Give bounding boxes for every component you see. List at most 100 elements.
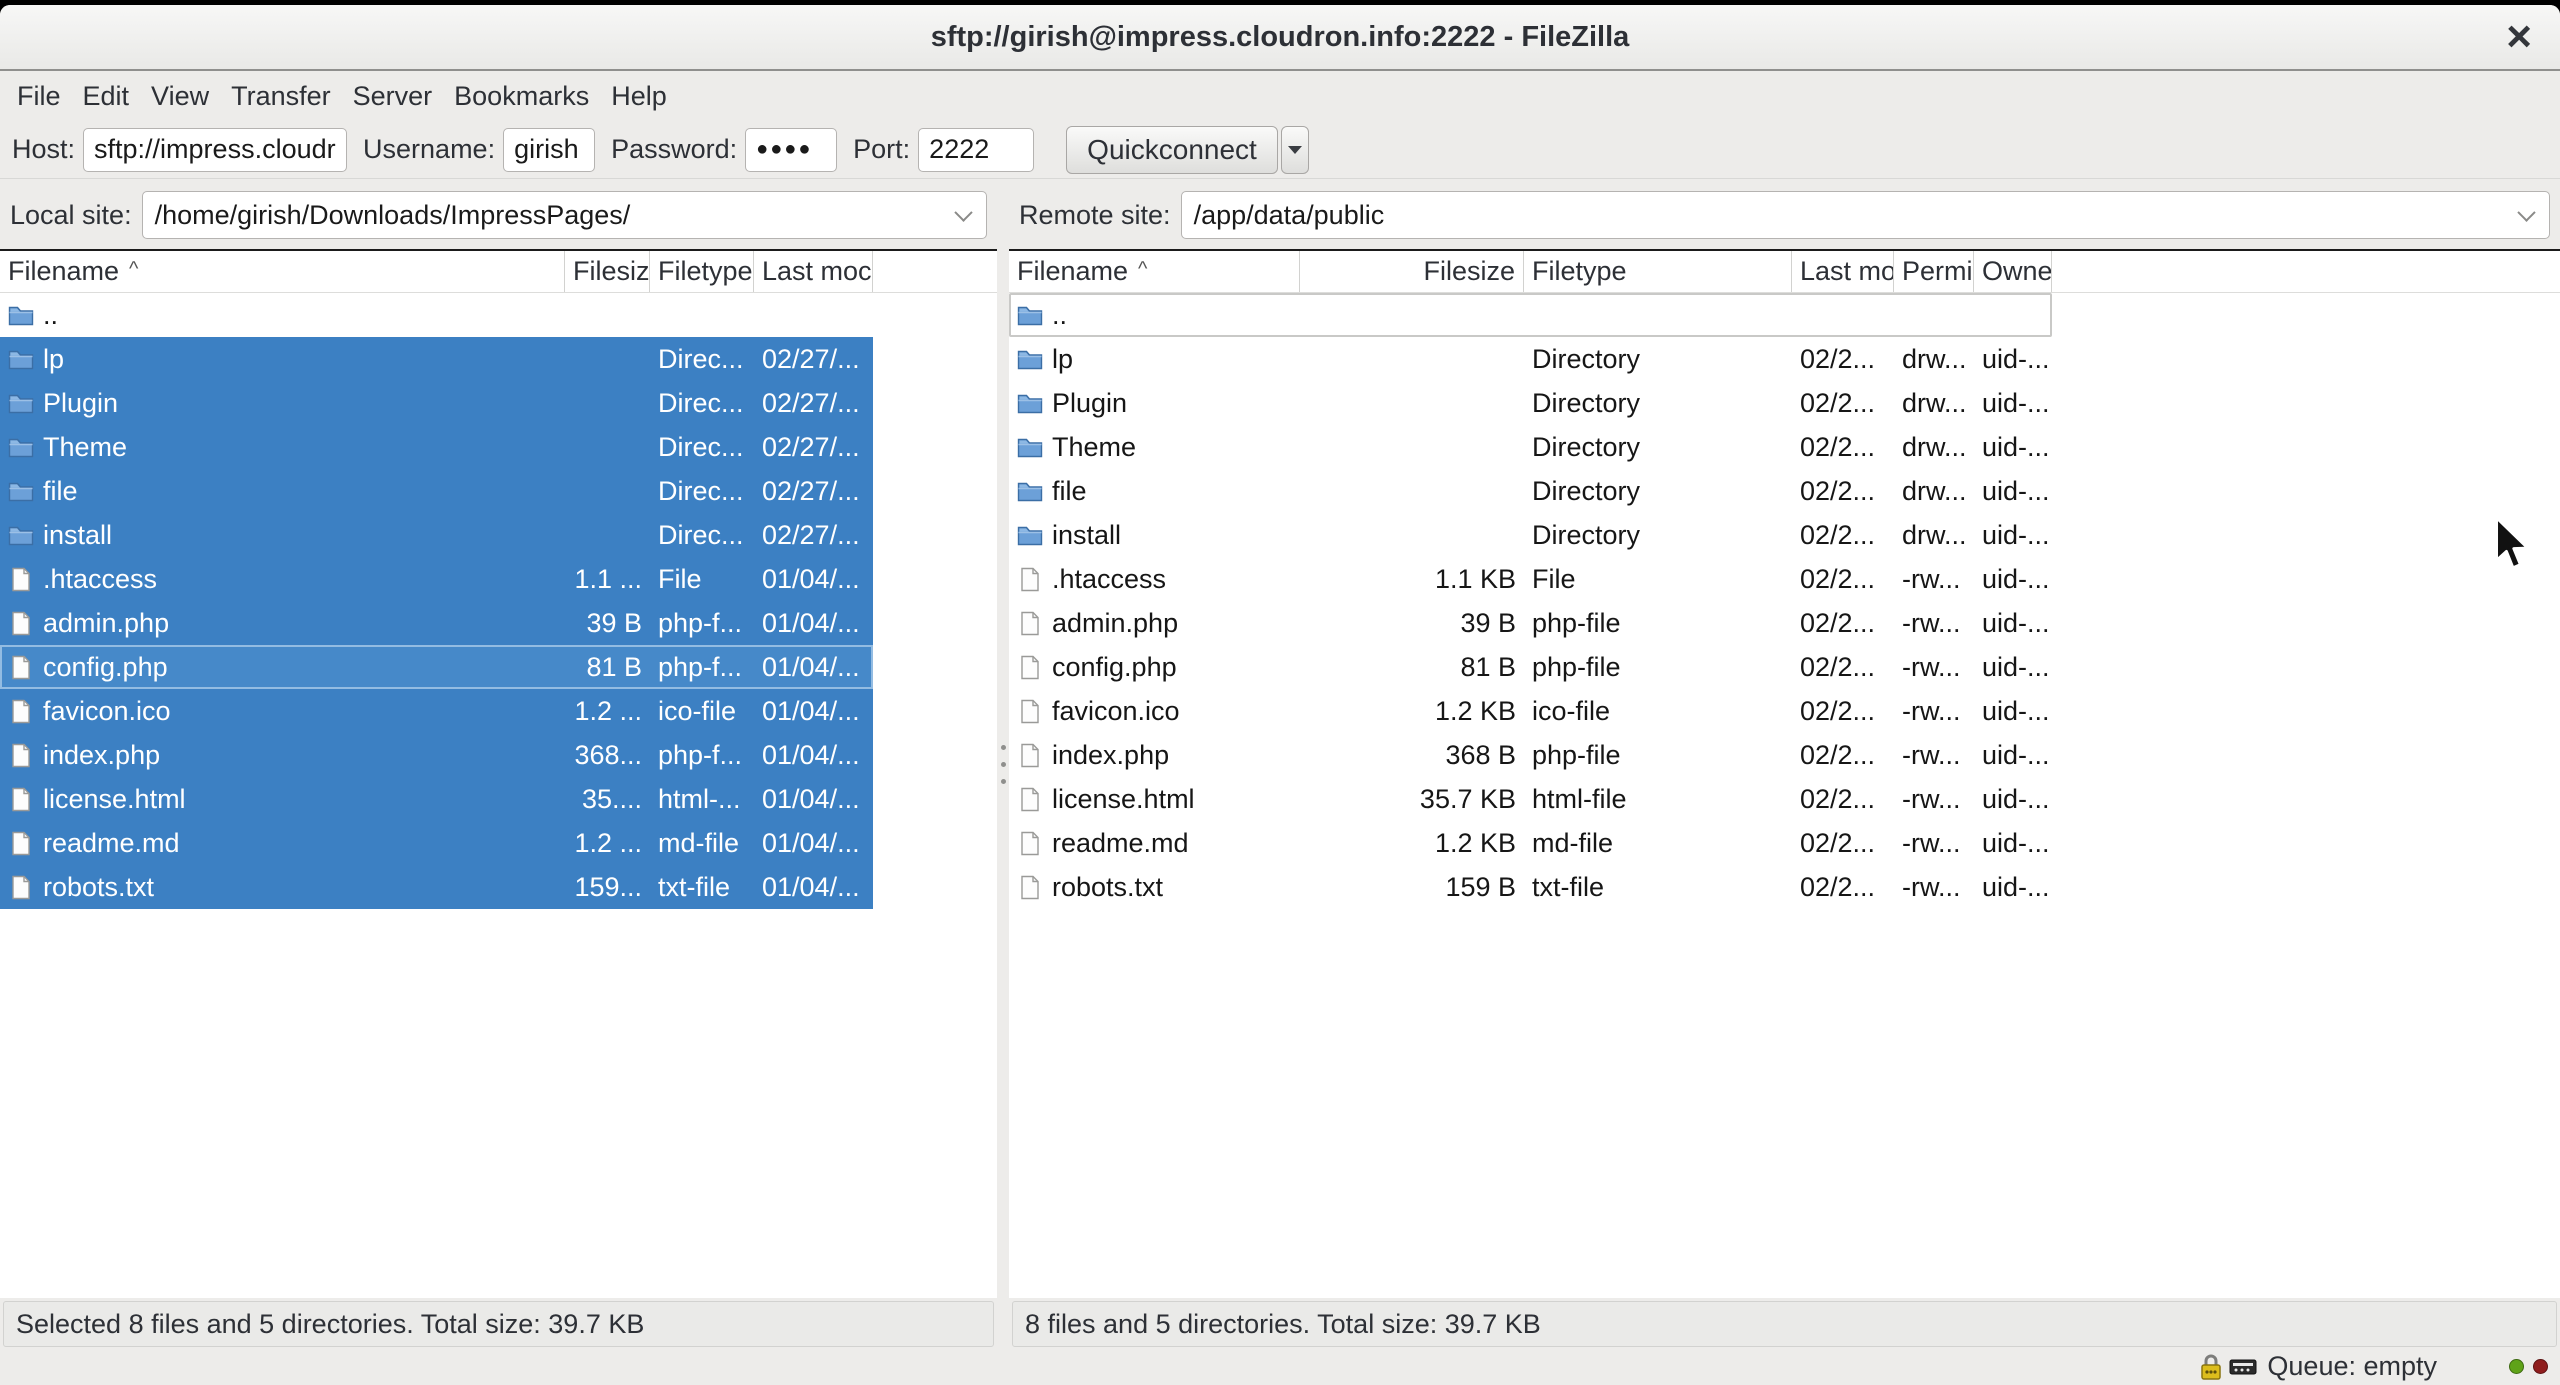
file-row-Plugin[interactable]: Plugin Direc... 02/27/...	[0, 381, 873, 425]
owner-cell: uid-...	[1982, 519, 2050, 550]
column-header-last-modified[interactable]: Last moc	[754, 251, 873, 292]
file-row-robots.txt[interactable]: robots.txt 159 B txt-file 02/2... -rw... uid-…	[1009, 865, 2052, 909]
filename-cell: .htaccess	[1009, 564, 1300, 595]
remote-site-dropdown-button[interactable]	[2503, 192, 2549, 238]
menu-item-server[interactable]: Server	[342, 71, 444, 121]
column-header-filler	[873, 251, 997, 292]
host-input[interactable]	[83, 127, 348, 172]
modified-cell: 02/2...	[1800, 783, 1876, 814]
filename-text: license.html	[43, 783, 186, 814]
file-row-parent[interactable]: ..	[1009, 293, 2052, 337]
file-row-install[interactable]: install Directory 02/2... drw... uid-...	[1009, 513, 2052, 557]
perms-cell: -rw...	[1902, 563, 1961, 594]
type-cell: php-file	[1532, 739, 1621, 770]
menu-item-edit[interactable]: Edit	[72, 71, 141, 121]
local-site-dropdown-button[interactable]	[940, 192, 986, 238]
file-row-index.php[interactable]: index.php 368... php-f... 01/04/...	[0, 733, 873, 777]
file-row-config.php[interactable]: config.php 81 B php-file 02/2... -rw... uid-.…	[1009, 645, 2052, 689]
column-header-filetype[interactable]: Filetype	[650, 251, 754, 292]
modified-cell: 02/27/...	[762, 387, 860, 418]
filename-cell: favicon.ico	[1009, 696, 1300, 727]
column-header-filetype[interactable]: Filetype	[1524, 251, 1792, 292]
modified-cell: 02/27/...	[762, 519, 860, 550]
file-row-install[interactable]: install Direc... 02/27/...	[0, 513, 873, 557]
menu-item-view[interactable]: View	[140, 71, 220, 121]
type-cell: html-...	[658, 783, 741, 814]
username-input[interactable]	[503, 127, 596, 172]
filename-cell: install	[1009, 520, 1300, 551]
file-row-license.html[interactable]: license.html 35.7 KB html-file 02/2... -rw..…	[1009, 777, 2052, 821]
menu-item-bookmarks[interactable]: Bookmarks	[443, 71, 600, 121]
file-row-parent[interactable]: ..	[0, 293, 873, 337]
file-row-Theme[interactable]: Theme Directory 02/2... drw... uid-...	[1009, 425, 2052, 469]
owner-cell: uid-...	[1982, 563, 2050, 594]
menu-item-transfer[interactable]: Transfer	[220, 71, 342, 121]
quickconnect-button[interactable]: Quickconnect	[1066, 125, 1278, 174]
column-header-filesize[interactable]: Filesize	[1300, 251, 1524, 292]
owner-cell: uid-...	[1982, 871, 2050, 902]
file-row-Theme[interactable]: Theme Direc... 02/27/...	[0, 425, 873, 469]
file-row-.htaccess[interactable]: .htaccess 1.1 ... File 01/04/...	[0, 557, 873, 601]
modified-cell: 02/2...	[1800, 871, 1876, 902]
file-row-license.html[interactable]: license.html 35.... html-... 01/04/...	[0, 777, 873, 821]
file-row-admin.php[interactable]: admin.php 39 B php-f... 01/04/...	[0, 601, 873, 645]
port-input[interactable]	[918, 127, 1035, 172]
file-row-readme.md[interactable]: readme.md 1.2 KB md-file 02/2... -rw... uid-.…	[1009, 821, 2052, 865]
modified-cell: 02/2...	[1800, 563, 1876, 594]
file-icon	[8, 874, 34, 900]
column-header-filesize[interactable]: Filesiz	[565, 251, 650, 292]
activity-indicators	[2509, 1359, 2548, 1374]
column-header-last-modified[interactable]: Last mo	[1792, 251, 1894, 292]
file-row-Plugin[interactable]: Plugin Directory 02/2... drw... uid-...	[1009, 381, 2052, 425]
file-row-file[interactable]: file Direc... 02/27/...	[0, 469, 873, 513]
file-row-index.php[interactable]: index.php 368 B php-file 02/2... -rw... uid-.…	[1009, 733, 2052, 777]
file-row-admin.php[interactable]: admin.php 39 B php-file 02/2... -rw... uid-..…	[1009, 601, 2052, 645]
filename-text: Plugin	[43, 387, 119, 418]
type-cell: Directory	[1532, 519, 1641, 550]
password-input[interactable]	[745, 127, 838, 172]
file-row-.htaccess[interactable]: .htaccess 1.1 KB File 02/2... -rw... uid-...	[1009, 557, 2052, 601]
sort-ascending-icon: ^	[129, 258, 139, 280]
host-label: Host:	[12, 134, 76, 164]
menu-item-file[interactable]: File	[6, 71, 72, 121]
owner-cell: uid-...	[1982, 827, 2050, 858]
filename-cell: admin.php	[0, 608, 565, 639]
filename-text: Theme	[1052, 431, 1137, 462]
modified-cell: 01/04/...	[762, 651, 860, 682]
modified-cell: 02/27/...	[762, 343, 860, 374]
filename-cell: license.html	[1009, 784, 1300, 815]
column-header-label: Filesiz	[573, 256, 650, 286]
pane-splitter[interactable]	[997, 181, 1009, 1348]
file-row-config.php[interactable]: config.php 81 B php-f... 01/04/...	[0, 645, 873, 689]
file-row-lp[interactable]: lp Direc... 02/27/...	[0, 337, 873, 381]
file-icon	[8, 610, 34, 636]
local-site-combobox[interactable]: /home/girish/Downloads/ImpressPages/	[141, 191, 987, 239]
file-row-readme.md[interactable]: readme.md 1.2 ... md-file 01/04/...	[0, 821, 873, 865]
modified-cell: 02/2...	[1800, 519, 1876, 550]
modified-cell: 02/2...	[1800, 607, 1876, 638]
column-header-filename[interactable]: Filename ^	[1009, 251, 1300, 292]
column-header-filename[interactable]: Filename ^	[0, 251, 565, 292]
file-row-favicon.ico[interactable]: favicon.ico 1.2 ... ico-file 01/04/...	[0, 689, 873, 733]
filename-text: favicon.ico	[43, 695, 171, 726]
owner-cell: uid-...	[1982, 739, 2050, 770]
perms-cell: drw...	[1902, 343, 1967, 374]
remote-site-combobox[interactable]: /app/data/public	[1180, 191, 2550, 239]
filename-text: config.php	[1052, 651, 1177, 682]
column-header-owner[interactable]: Owne	[1974, 251, 2052, 292]
modified-cell: 01/04/...	[762, 871, 860, 902]
type-cell: File	[658, 563, 702, 594]
column-header-permissions[interactable]: Permi	[1894, 251, 1974, 292]
type-cell: ico-file	[658, 695, 737, 726]
file-row-favicon.ico[interactable]: favicon.ico 1.2 KB ico-file 02/2... -rw... ui…	[1009, 689, 2052, 733]
folder-icon	[1017, 522, 1043, 548]
file-row-file[interactable]: file Directory 02/2... drw... uid-...	[1009, 469, 2052, 513]
file-row-robots.txt[interactable]: robots.txt 159... txt-file 01/04/...	[0, 865, 873, 909]
close-icon[interactable]: ×	[2498, 9, 2540, 65]
filename-text: lp	[1052, 343, 1074, 374]
quickconnect-dropdown-button[interactable]	[1280, 125, 1309, 174]
size-cell: 39 B	[1460, 607, 1516, 638]
size-cell: 81 B	[586, 651, 642, 682]
menu-item-help[interactable]: Help	[600, 71, 678, 121]
file-row-lp[interactable]: lp Directory 02/2... drw... uid-...	[1009, 337, 2052, 381]
